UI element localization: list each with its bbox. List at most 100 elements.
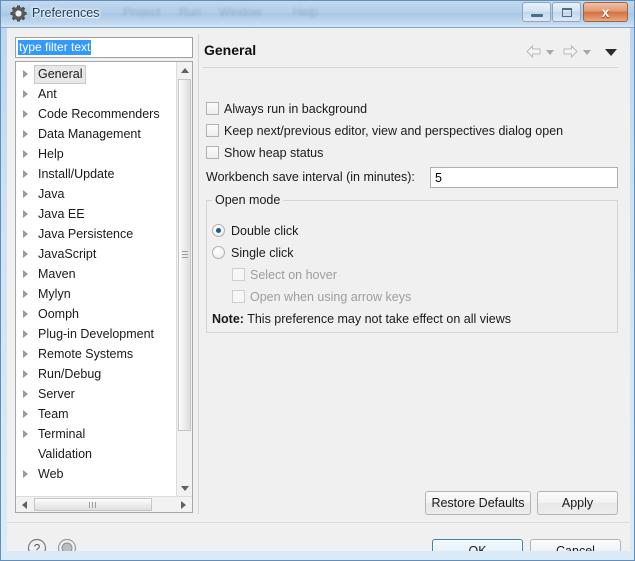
radio-double-click[interactable]: Double click — [212, 224, 298, 238]
tree-item-label: JavaScript — [38, 247, 97, 261]
expand-arrow-icon[interactable] — [23, 190, 28, 198]
radio-button-icon[interactable] — [212, 224, 225, 237]
radio-label: Double click — [231, 224, 299, 238]
note-label: Note: — [212, 312, 244, 326]
expand-arrow-icon[interactable] — [23, 290, 28, 298]
tree-item-install-update[interactable]: Install/Update — [16, 164, 176, 184]
forward-dropdown-caret-icon[interactable] — [583, 50, 591, 55]
checkbox-box-icon — [232, 290, 245, 303]
scroll-right-arrow-icon[interactable] — [176, 497, 192, 512]
checkbox-box-icon[interactable] — [206, 124, 219, 137]
cancel-button[interactable]: Cancel — [530, 539, 621, 551]
expand-arrow-icon[interactable] — [23, 210, 28, 218]
help-question-icon[interactable]: ? — [27, 538, 47, 551]
minimize-button[interactable] — [522, 2, 551, 22]
view-menu-caret-icon[interactable] — [605, 49, 617, 56]
restore-defaults-button[interactable]: Restore Defaults — [425, 491, 531, 515]
expand-arrow-icon[interactable] — [23, 330, 28, 338]
expand-arrow-icon[interactable] — [23, 410, 28, 418]
tree-item-label: Run/Debug — [38, 367, 102, 381]
checkbox-label: Open when using arrow keys — [250, 290, 412, 304]
radio-single-click[interactable]: Single click — [212, 246, 294, 260]
tree-item-java[interactable]: Java — [16, 184, 176, 204]
ghost-menu-run: Run — [179, 5, 202, 19]
ghost-menu-window: Window — [219, 5, 262, 19]
checkbox-open-when-using-arrow-keys: Open when using arrow keys — [232, 290, 411, 304]
preferences-tree-list: General Ant Code Recommenders Data Manageme… — [16, 64, 176, 484]
tree-item-label: Team — [38, 407, 69, 421]
tree-item-web[interactable]: Web — [16, 464, 176, 484]
tree-item-run-debug[interactable]: Run/Debug — [16, 364, 176, 384]
preferences-tree[interactable]: General Ant Code Recommenders Data Manageme… — [15, 61, 193, 513]
back-dropdown-caret-icon[interactable] — [546, 50, 554, 55]
expand-arrow-icon[interactable] — [23, 110, 28, 118]
tree-item-team[interactable]: Team — [16, 404, 176, 424]
tree-horizontal-scrollbar[interactable] — [16, 496, 192, 512]
checkbox-box-icon[interactable] — [206, 102, 219, 115]
tree-item-help[interactable]: Help — [16, 144, 176, 164]
tree-item-java-ee[interactable]: Java EE — [16, 204, 176, 224]
checkbox-box-icon[interactable] — [206, 146, 219, 159]
expand-arrow-icon[interactable] — [23, 70, 28, 78]
tree-item-mylyn[interactable]: Mylyn — [16, 284, 176, 304]
tree-item-terminal[interactable]: Terminal — [16, 424, 176, 444]
tree-item-label: Plug-in Development — [38, 327, 155, 341]
expand-arrow-icon[interactable] — [23, 130, 28, 138]
title-bar[interactable]: Project Run Window Help Preferences x — [1, 1, 634, 28]
checkbox-label: Select on hover — [250, 268, 337, 282]
expand-arrow-icon[interactable] — [23, 270, 28, 278]
checkbox-always-run-in-background[interactable]: Always run in background — [206, 102, 367, 116]
expand-arrow-icon[interactable] — [23, 90, 28, 98]
tree-item-data-management[interactable]: Data Management — [16, 124, 176, 144]
checkbox-keep-editor-dialog-open[interactable]: Keep next/previous editor, view and pers… — [206, 124, 563, 138]
filter-input[interactable] — [15, 37, 193, 58]
apply-button[interactable]: Apply — [537, 491, 618, 515]
save-interval-input[interactable] — [430, 167, 618, 188]
tree-vertical-scrollbar[interactable] — [176, 62, 192, 496]
expand-arrow-icon[interactable] — [23, 370, 28, 378]
checkbox-show-heap-status[interactable]: Show heap status — [206, 146, 323, 160]
expand-arrow-icon[interactable] — [23, 250, 28, 258]
tree-vertical-scroll-thumb[interactable] — [178, 79, 191, 431]
scroll-left-arrow-icon[interactable] — [16, 497, 32, 512]
expand-arrow-icon[interactable] — [23, 390, 28, 398]
expand-arrow-icon[interactable] — [23, 170, 28, 178]
tree-item-oomph[interactable]: Oomph — [16, 304, 176, 324]
expand-arrow-icon[interactable] — [23, 350, 28, 358]
tree-item-code-recommenders[interactable]: Code Recommenders — [16, 104, 176, 124]
scroll-up-arrow-icon[interactable] — [177, 62, 192, 78]
maximize-icon — [562, 8, 572, 17]
tree-item-javascript[interactable]: JavaScript — [16, 244, 176, 264]
back-arrow-icon[interactable] — [526, 45, 542, 58]
tree-item-maven[interactable]: Maven — [16, 264, 176, 284]
radio-button-icon[interactable] — [212, 246, 225, 259]
forward-arrow-icon[interactable] — [562, 45, 578, 58]
dialog-client-area: type filter text GeneralAntCode Recommen… — [7, 28, 630, 551]
expand-arrow-icon[interactable] — [23, 150, 28, 158]
maximize-button[interactable] — [552, 2, 581, 22]
ghost-menu-help: Help — [293, 5, 318, 19]
tree-item-plug-in-development[interactable]: Plug-in Development — [16, 324, 176, 344]
expand-arrow-icon[interactable] — [23, 470, 28, 478]
minimize-icon — [531, 14, 543, 17]
tree-item-server[interactable]: Server — [16, 384, 176, 404]
open-mode-note: Note: This preference may not take effec… — [212, 312, 511, 326]
preference-page-panel: General Always run in background Keep ne… — [201, 34, 621, 515]
tree-horizontal-scroll-thumb[interactable] — [34, 498, 152, 511]
tree-item-remote-systems[interactable]: Remote Systems — [16, 344, 176, 364]
ok-button[interactable]: OK — [432, 539, 523, 551]
expand-arrow-icon[interactable] — [23, 230, 28, 238]
tree-item-general[interactable]: General — [16, 64, 176, 84]
expand-arrow-icon[interactable] — [23, 430, 28, 438]
close-button[interactable]: x — [583, 2, 628, 22]
close-icon: x — [601, 4, 610, 20]
scroll-down-arrow-icon[interactable] — [177, 480, 192, 496]
tree-item-validation[interactable]: Validation — [16, 444, 176, 464]
expand-arrow-icon[interactable] — [23, 310, 28, 318]
tree-item-java-persistence[interactable]: Java Persistence — [16, 224, 176, 244]
tree-item-label: Java Persistence — [38, 227, 134, 241]
tree-item-ant[interactable]: Ant — [16, 84, 176, 104]
checkbox-label: Show heap status — [224, 146, 324, 160]
pane-divider — [198, 34, 199, 514]
record-circle-icon[interactable] — [57, 538, 77, 551]
